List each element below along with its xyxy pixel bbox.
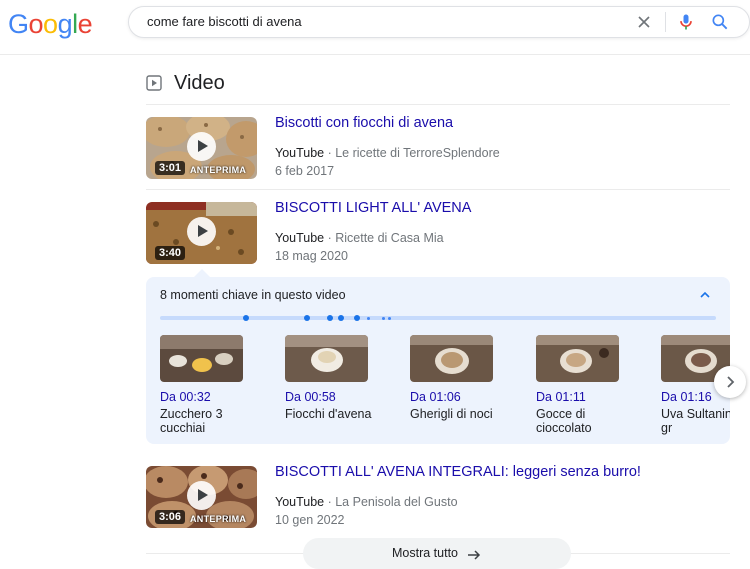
moment-thumbnail[interactable] [285,335,368,382]
preview-label: ANTEPRIMA [190,514,247,524]
video-channel: · Ricette di Casa Mia [324,231,444,245]
key-moment[interactable]: Da 00:58 Fiocchi d'avena [285,335,385,421]
video-duration: 3:40 [155,246,186,260]
video-date: 18 mag 2020 [275,249,348,263]
logo-letter: o [43,9,58,39]
mic-icon[interactable] [676,12,696,32]
timeline-marker[interactable] [382,317,385,320]
video-result[interactable]: 3:40 BISCOTTI LIGHT ALL' AVENA YouTube ·… [146,200,730,268]
moment-time-link[interactable]: Da 00:32 [160,390,260,404]
next-moments-button[interactable] [714,366,746,398]
video-result[interactable]: 3:06 ANTEPRIMA BISCOTTI ALL' AVENA INTEG… [146,464,730,532]
video-source: YouTube · Le ricette di TerroreSplendore [275,146,500,160]
moment-label: Gherigli di noci [410,407,493,421]
video-result[interactable]: 3:01 ANTEPRIMA Biscotti con fiocchi di a… [146,115,730,183]
logo-letter: g [57,9,73,39]
logo-letter: o [28,9,44,39]
video-platform: YouTube [275,231,325,245]
timeline-marker[interactable] [243,315,249,321]
video-platform: YouTube [275,146,325,160]
moment-label: Gocce di cioccolato [536,407,592,435]
key-moments-timeline[interactable] [160,315,716,321]
show-all-label: Mostra tutto [392,546,458,560]
video-duration: 3:01 [155,161,186,175]
video-platform: YouTube [275,495,325,509]
video-title-link[interactable]: BISCOTTI ALL' AVENA INTEGRALI: leggeri s… [275,464,641,480]
moment-time-link[interactable]: Da 01:06 [410,390,510,404]
moment-image [285,335,368,382]
moment-thumbnail[interactable] [410,335,493,382]
moment-image [536,335,619,382]
video-icon [146,75,162,91]
video-source: YouTube · Ricette di Casa Mia [275,231,444,245]
key-moment[interactable]: Da 00:32 Zucchero 3 cucchiai [160,335,260,435]
key-moments-title: 8 momenti chiave in questo video [160,288,346,302]
arrow-right-icon [468,550,481,560]
divider [146,189,730,190]
timeline-marker[interactable] [327,315,333,321]
key-moment[interactable]: Da 01:06 Gherigli di noci [410,335,510,421]
moment-thumbnail[interactable] [536,335,619,382]
play-icon[interactable] [187,217,216,246]
search-icon[interactable] [710,12,730,32]
search-header: Google come fare biscotti di avena [0,0,750,55]
key-moments-panel: 8 momenti chiave in questo video Da 00:3… [146,277,730,444]
search-separator [665,12,666,32]
google-logo[interactable]: Google [8,9,93,40]
video-thumbnail[interactable]: 3:01 ANTEPRIMA [146,117,257,179]
clear-icon[interactable] [634,12,654,32]
key-moment[interactable]: Da 01:11 Gocce di cioccolato [536,335,636,435]
moment-label: Zucchero 3 cucchiai [160,407,223,435]
divider [146,104,730,105]
timeline-marker[interactable] [304,315,310,321]
moment-time-link[interactable]: Da 01:11 [536,390,636,404]
moment-image [160,335,243,382]
video-thumbnail[interactable]: 3:06 ANTEPRIMA [146,466,257,528]
moment-label: Uva Sultanin 50 gr [661,407,730,435]
timeline-marker[interactable] [338,315,344,321]
timeline-marker[interactable] [367,317,370,320]
moment-image [410,335,493,382]
moments-pointer [194,269,210,277]
search-input[interactable]: come fare biscotti di avena [147,14,302,29]
video-channel: · Le ricette di TerroreSplendore [324,146,500,160]
moment-time-link[interactable]: Da 00:58 [285,390,385,404]
timeline-marker[interactable] [388,317,391,320]
moment-thumbnail[interactable] [160,335,243,382]
preview-label: ANTEPRIMA [190,165,247,175]
chevron-up-icon[interactable] [697,287,713,303]
moment-label: Fiocchi d'avena [285,407,372,421]
video-title-link[interactable]: BISCOTTI LIGHT ALL' AVENA [275,200,471,216]
chevron-right-icon [727,376,735,388]
section-title: Video [174,72,225,94]
video-title-link[interactable]: Biscotti con fiocchi di avena [275,115,453,131]
video-channel: · La Penisola del Gusto [324,495,458,509]
search-box[interactable]: come fare biscotti di avena [128,6,750,38]
logo-letter: G [8,9,29,39]
timeline-marker[interactable] [354,315,360,321]
logo-letter: e [77,9,93,39]
video-duration: 3:06 [155,510,186,524]
play-icon[interactable] [187,132,216,161]
video-thumbnail[interactable]: 3:40 [146,202,257,264]
play-icon[interactable] [187,481,216,510]
video-date: 6 feb 2017 [275,164,335,178]
video-source: YouTube · La Penisola del Gusto [275,495,458,509]
show-all-button[interactable]: Mostra tutto [303,538,571,569]
video-date: 10 gen 2022 [275,513,345,527]
